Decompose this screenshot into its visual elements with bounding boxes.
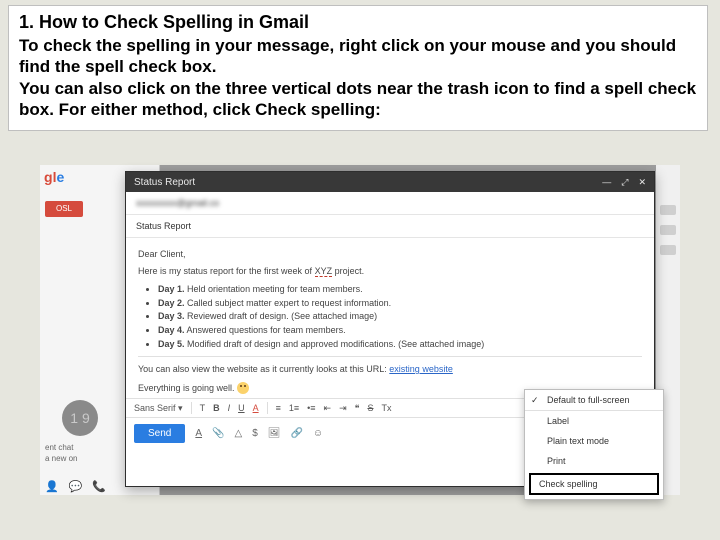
closing-text: Everything is going well. [138, 383, 237, 393]
bullet-text: Answered questions for team members. [185, 325, 346, 335]
phone-icon[interactable]: 📞 [92, 480, 106, 493]
smile-emoji-icon [237, 382, 249, 394]
website-text: You can also view the website as it curr… [138, 364, 389, 374]
insert-link-icon[interactable]: 🔗 [290, 428, 302, 439]
person-icon[interactable]: 👤 [45, 480, 59, 493]
menu-check-spelling[interactable]: Check spelling [529, 473, 659, 495]
article-title: 1. How to Check Spelling in Gmail [19, 12, 697, 33]
expand-icon[interactable]: ⤢ [621, 177, 628, 188]
font-size-button[interactable]: T [200, 403, 206, 413]
gmail-bg-block [660, 225, 676, 235]
bullet-text: Reviewed draft of design. (See attached … [185, 311, 378, 321]
bullet-day: Day 3. [158, 311, 185, 321]
numbered-list-button[interactable]: 1≡ [289, 403, 299, 413]
list-item: Day 3. Reviewed draft of design. (See at… [158, 310, 642, 323]
misspelling-xyz: XYZ [315, 266, 333, 277]
hangouts-line-1: ent chat [45, 443, 77, 452]
salutation: Dear Client, [138, 248, 642, 261]
bullet-text: Held orientation meeting for team member… [185, 284, 363, 294]
menu-label[interactable]: Label [525, 411, 663, 431]
bold-button[interactable]: B [213, 403, 220, 413]
compose-body[interactable]: Dear Client, Here is my status report fo… [126, 238, 654, 398]
italic-button[interactable]: I [228, 403, 231, 413]
article-paragraph-1: To check the spelling in your message, r… [19, 35, 697, 78]
indent-button[interactable]: ⇥ [339, 403, 347, 414]
website-line: You can also view the website as it curr… [138, 363, 642, 376]
send-button[interactable]: Send [134, 424, 185, 443]
hangouts-hint: ent chat a new on [45, 443, 77, 465]
existing-website-link[interactable]: existing website [389, 364, 453, 374]
gmail-screenshot: gle OSL 1 9 ent chat a new on 👤 💬 📞 Stat… [40, 165, 680, 495]
slide: 1. How to Check Spelling in Gmail To che… [0, 0, 720, 540]
formatting-toggle-button[interactable]: A [195, 428, 202, 439]
bullet-text: Called subject matter expert to request … [185, 298, 392, 308]
compose-button[interactable]: OSL [45, 201, 83, 217]
menu-default-fullscreen[interactable]: Default to full-screen [525, 390, 663, 410]
bullet-day: Day 2. [158, 298, 185, 308]
menu-print[interactable]: Print [525, 451, 663, 471]
font-family-dropdown[interactable]: Sans Serif ▾ [134, 403, 183, 414]
avatar: 1 9 [62, 400, 98, 436]
underline-button[interactable]: U [238, 403, 245, 413]
article-paragraph-2: You can also click on the three vertical… [19, 78, 697, 121]
chat-icon[interactable]: 💬 [69, 480, 83, 493]
hangouts-line-2: a new on [45, 454, 77, 463]
gmail-bg-block [660, 245, 676, 255]
article-text-block: 1. How to Check Spelling in Gmail To che… [8, 5, 708, 131]
list-item: Day 5. Modified draft of design and appr… [158, 338, 642, 351]
list-item: Day 1. Held orientation meeting for team… [158, 283, 642, 296]
clear-formatting-button[interactable]: Tx [381, 403, 391, 413]
bullet-day: Day 4. [158, 325, 185, 335]
attach-icon[interactable]: 📎 [212, 428, 224, 439]
to-recipient-blurred: xxxxxxxxx@gmail.co [136, 198, 219, 208]
intro-line: Here is my status report for the first w… [138, 265, 642, 278]
text-color-button[interactable]: A [253, 403, 259, 413]
intro-part-a: Here is my status report for the first w… [138, 266, 315, 276]
google-logo: gle [44, 169, 64, 185]
more-options-menu: Default to full-screen Label Plain text … [524, 389, 664, 500]
compose-titlebar[interactable]: Status Report — ⤢ ✕ [126, 172, 654, 192]
quote-button[interactable]: ❝ [355, 403, 360, 414]
to-field[interactable]: xxxxxxxxx@gmail.co [126, 192, 654, 215]
divider [138, 356, 642, 357]
list-item: Day 4. Answered questions for team membe… [158, 324, 642, 337]
bullet-day: Day 5. [158, 339, 185, 349]
compose-title-text: Status Report [134, 177, 195, 188]
bullet-list: Day 1. Held orientation meeting for team… [158, 283, 642, 350]
drive-icon[interactable]: △ [234, 428, 242, 439]
bullet-day: Day 1. [158, 284, 185, 294]
gmail-bg-block [660, 205, 676, 215]
intro-part-b: project. [332, 266, 364, 276]
subject-field[interactable]: Status Report [126, 215, 654, 238]
subject-value: Status Report [136, 221, 191, 231]
align-button[interactable]: ≡ [276, 403, 281, 413]
minimize-icon[interactable]: — [602, 177, 611, 187]
hangouts-bottom-icons: 👤 💬 📞 [45, 480, 106, 493]
money-icon[interactable]: $ [252, 428, 258, 439]
bullet-list-button[interactable]: •≡ [307, 403, 315, 413]
outdent-button[interactable]: ⇤ [324, 403, 332, 414]
insert-emoji-icon[interactable]: ☺ [313, 428, 323, 439]
strikethrough-button[interactable]: S [367, 403, 373, 413]
insert-image-icon[interactable]: 🖼 [268, 428, 281, 439]
bullet-text: Modified draft of design and approved mo… [185, 339, 485, 349]
menu-plain-text[interactable]: Plain text mode [525, 431, 663, 451]
list-item: Day 2. Called subject matter expert to r… [158, 297, 642, 310]
close-icon[interactable]: ✕ [638, 177, 646, 188]
